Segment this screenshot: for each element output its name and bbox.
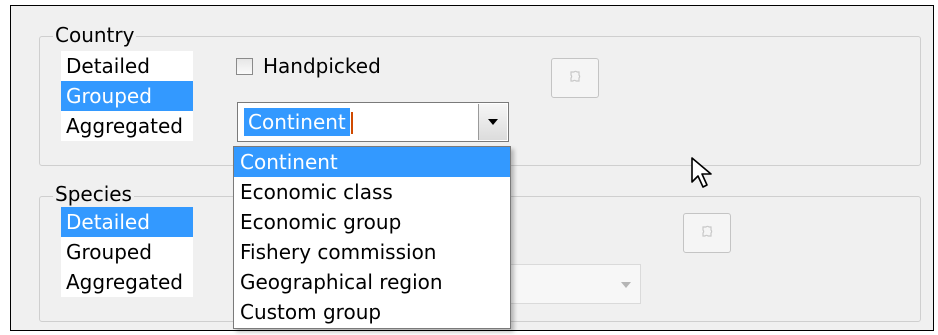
- species-level-detailed[interactable]: Detailed: [61, 207, 193, 237]
- country-level-detailed[interactable]: Detailed: [61, 51, 193, 81]
- dropdown-option-geographical-region[interactable]: Geographical region: [234, 267, 510, 297]
- puzzle-icon: [702, 225, 713, 237]
- species-edit-button[interactable]: [683, 213, 731, 253]
- handpicked-checkbox-row[interactable]: Handpicked: [236, 51, 381, 81]
- dropdown-option-economic-class[interactable]: Economic class: [234, 177, 510, 207]
- text-caret: [351, 112, 353, 134]
- handpicked-label: Handpicked: [263, 54, 381, 78]
- grouping-combobox[interactable]: Continent: [237, 102, 509, 142]
- species-legend: Species: [53, 182, 134, 206]
- dropdown-option-economic-group[interactable]: Economic group: [234, 207, 510, 237]
- country-level-list[interactable]: Detailed Grouped Aggregated: [61, 51, 193, 141]
- puzzle-icon: [570, 70, 581, 82]
- dropdown-arrow-icon: [621, 282, 631, 288]
- species-level-grouped[interactable]: Grouped: [61, 237, 193, 267]
- country-edit-button[interactable]: [551, 58, 599, 98]
- species-level-list[interactable]: Detailed Grouped Aggregated: [61, 207, 193, 297]
- mouse-pointer-icon: [691, 157, 712, 188]
- dropdown-option-custom-group[interactable]: Custom group: [234, 297, 510, 327]
- grouping-combobox-button[interactable]: [478, 104, 507, 140]
- country-legend: Country: [53, 23, 137, 47]
- country-level-aggregated[interactable]: Aggregated: [61, 111, 193, 141]
- dropdown-option-continent[interactable]: Continent: [234, 147, 510, 177]
- grouping-dropdown-list[interactable]: Continent Economic class Economic group …: [233, 146, 511, 329]
- species-level-aggregated[interactable]: Aggregated: [61, 267, 193, 297]
- dropdown-arrow-icon: [488, 119, 498, 125]
- grouping-combobox-value[interactable]: Continent: [244, 108, 350, 136]
- dropdown-option-fishery-commission[interactable]: Fishery commission: [234, 237, 510, 267]
- handpicked-checkbox[interactable]: [236, 57, 253, 75]
- country-level-grouped[interactable]: Grouped: [61, 81, 193, 111]
